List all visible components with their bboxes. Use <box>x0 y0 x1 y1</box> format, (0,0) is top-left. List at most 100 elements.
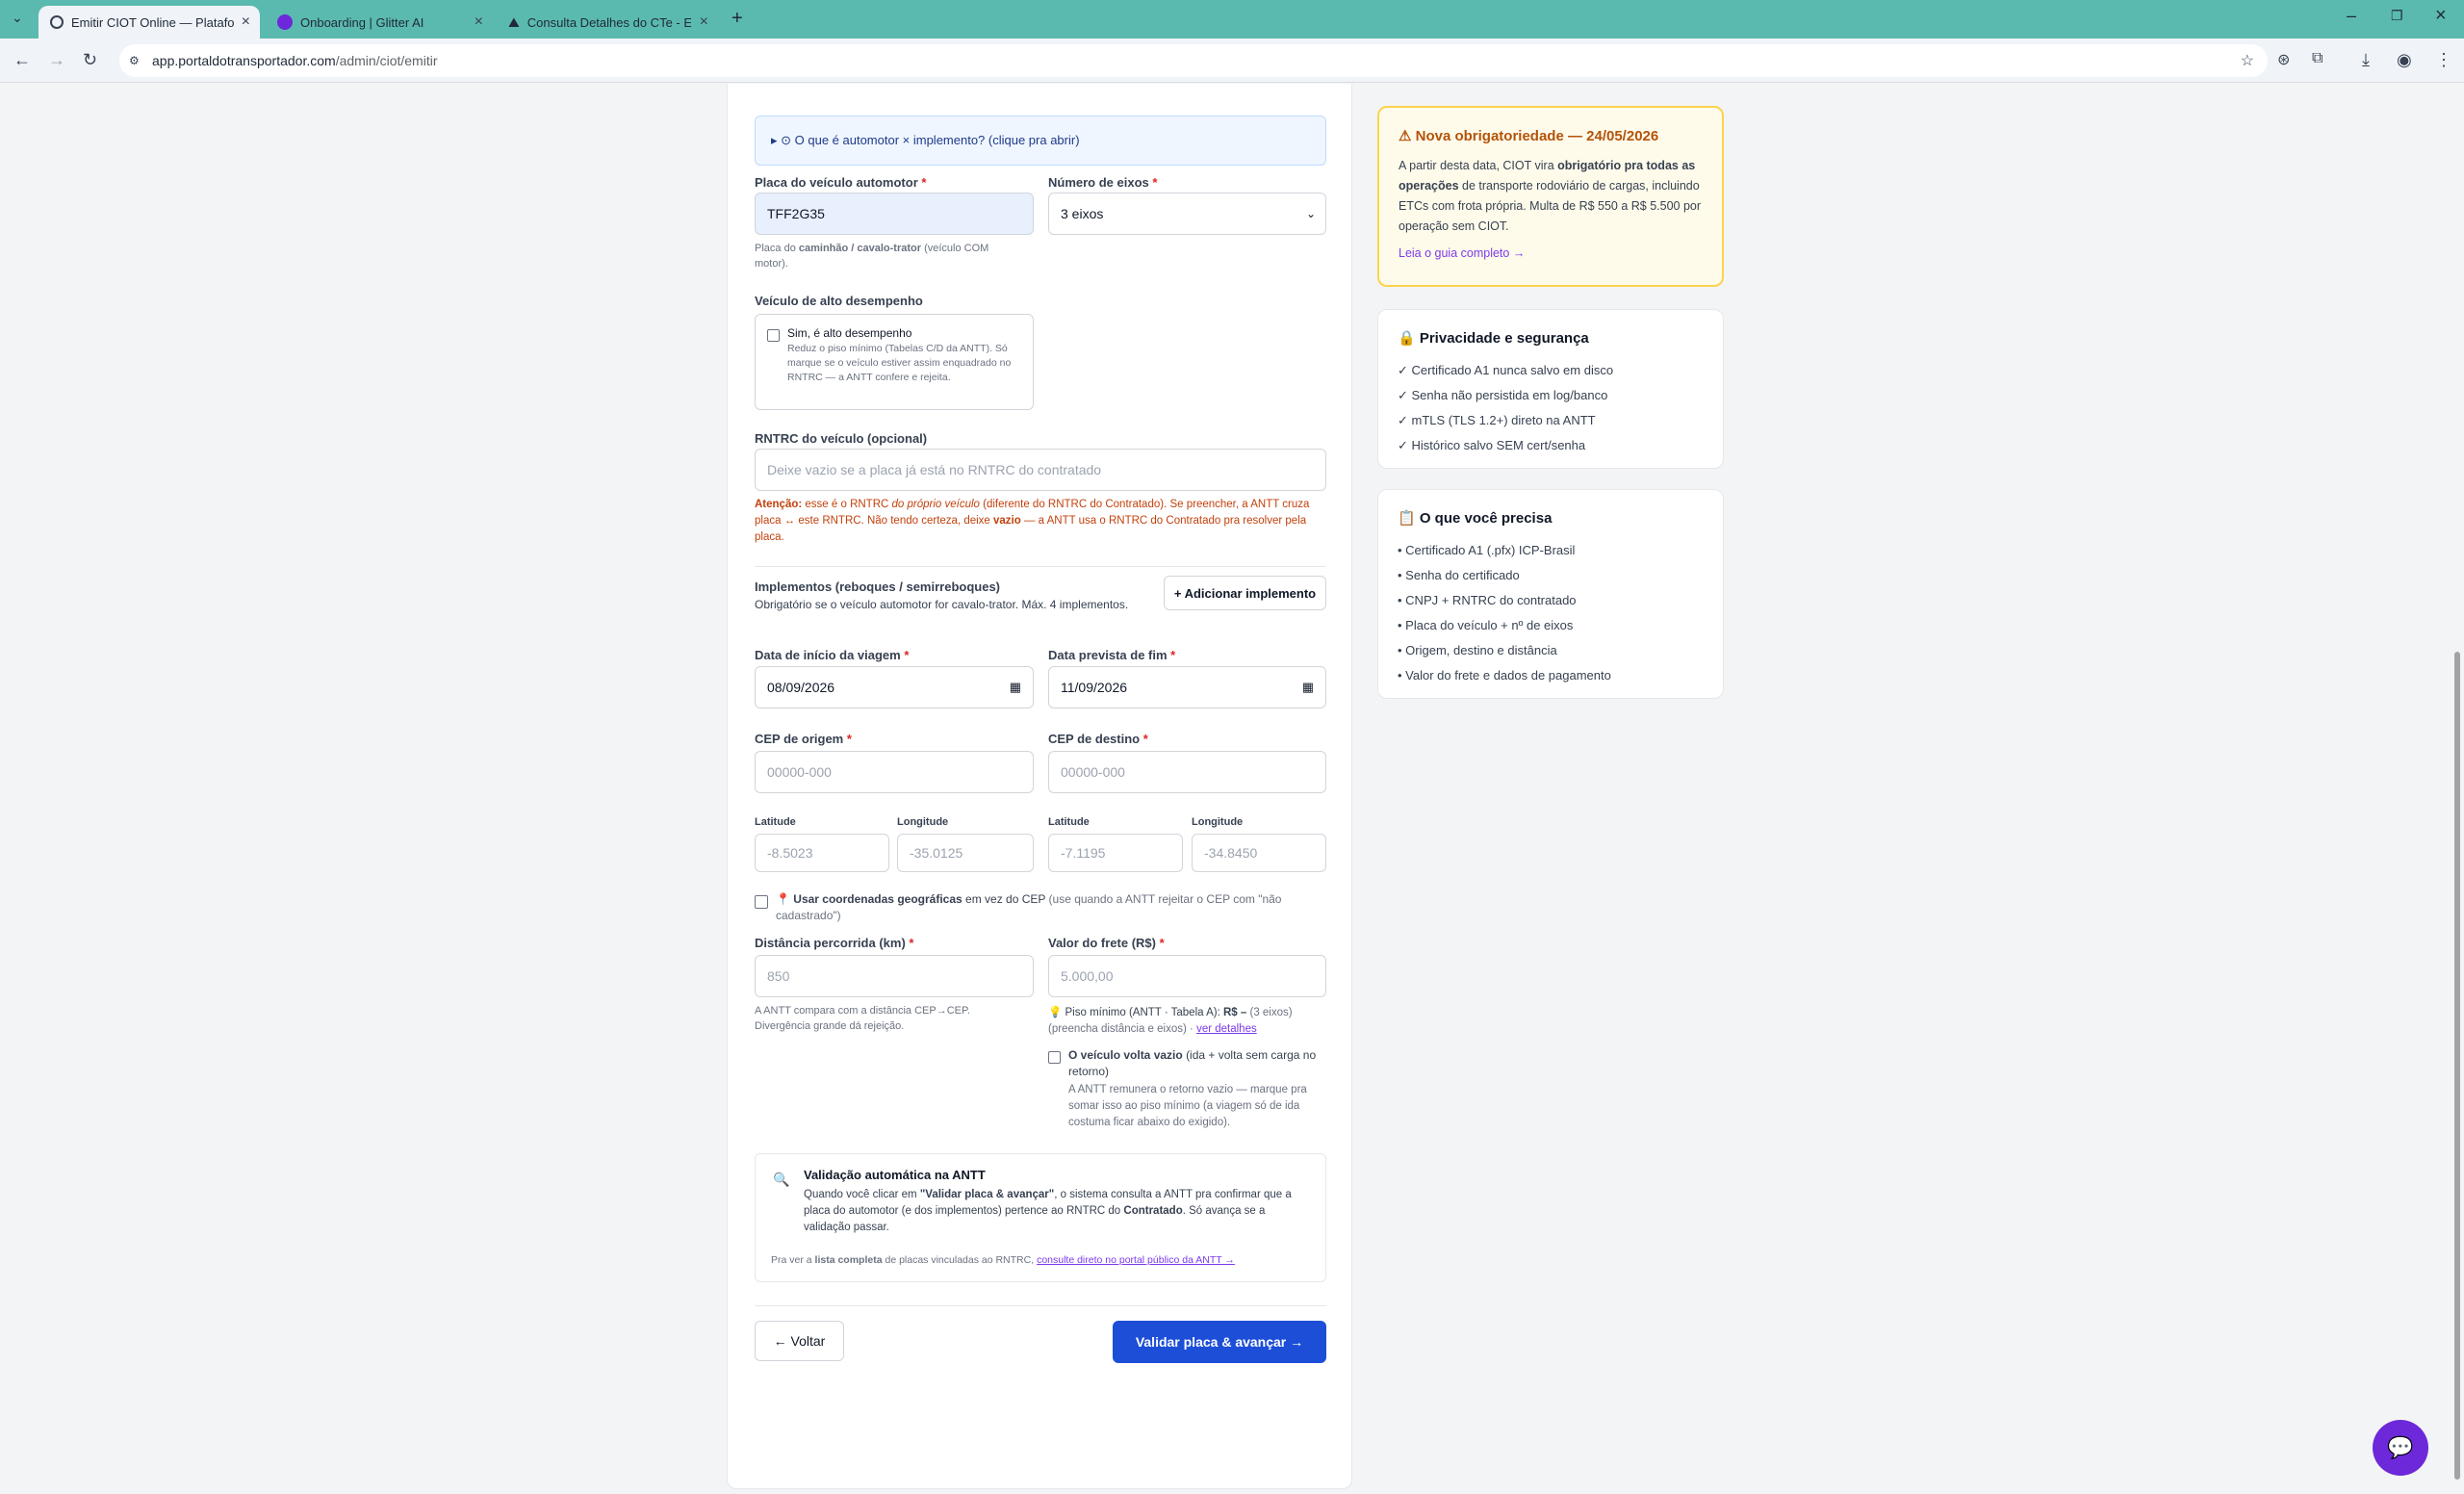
cep-destino-label: CEP de destino * <box>1048 732 1148 746</box>
scrollbar-thumb[interactable] <box>2454 652 2460 1480</box>
list-item: ✓ Certificado A1 nunca salvo em disco <box>1398 363 1614 377</box>
chevron-down-icon: ⌄ <box>1305 207 1316 220</box>
chat-button[interactable]: 💬 <box>2373 1420 2428 1476</box>
puzzle-icon[interactable]: ⧉ <box>2312 50 2323 67</box>
list-item: • Origem, destino e distância <box>1398 643 1557 657</box>
lon-origem-label: Longitude <box>897 816 949 828</box>
notice-card: ⚠ Nova obrigatoriedade — 24/05/2026 A pa… <box>1377 106 1724 287</box>
inicio-date-input[interactable]: 08/09/2026 ▦ <box>755 666 1034 708</box>
tab-search-icon[interactable]: ⌄ <box>12 10 23 26</box>
lat-origem-input[interactable]: -8.5023 <box>755 834 889 872</box>
placa-hint: Placa do caminhão / cavalo-trator (veícu… <box>755 243 989 270</box>
eixos-label: Número de eixos * <box>1048 175 1158 190</box>
frete-label: Valor do frete (R$) * <box>1048 936 1165 950</box>
cep-origem-label: CEP de origem * <box>755 732 852 746</box>
list-item: • Senha do certificado <box>1398 568 1520 582</box>
implementos-desc: Obrigatório se o veículo automotor for c… <box>755 598 1129 611</box>
distancia-hint: A ANTT compara com a distância CEP→CEP. … <box>755 1005 970 1032</box>
fim-date-input[interactable]: 11/09/2026 ▦ <box>1048 666 1326 708</box>
extension-icon[interactable]: ⊛ <box>2277 50 2290 69</box>
divider <box>755 566 1326 567</box>
validar-avancar-button[interactable]: Validar placa & avançar → <box>1113 1321 1326 1363</box>
privacy-title: 🔒 Privacidade e segurança <box>1398 330 1589 347</box>
alto-desempenho-box: Sim, é alto desempenho Reduz o piso míni… <box>755 314 1034 410</box>
rntrc-input[interactable]: Deixe vazio se a placa já está no RNTRC … <box>755 449 1326 491</box>
lon-destino-input[interactable]: -34.8450 <box>1192 834 1326 872</box>
volta-vazio-checkbox[interactable] <box>1048 1051 1061 1064</box>
rntrc-warning: Atenção: esse é o RNTRC do próprio veícu… <box>755 499 1310 543</box>
piso-minimo-info: 💡 Piso mínimo (ANTT · Tabela A): R$ – (3… <box>1048 1007 1293 1035</box>
reload-icon[interactable]: ↻ <box>83 50 97 70</box>
notice-title: ⚠ Nova obrigatoriedade — 24/05/2026 <box>1399 128 1659 144</box>
usar-coordenadas-label: 📍 Usar coordenadas geográficas em vez do… <box>776 892 1282 922</box>
list-item: ✓ Senha não persistida em log/banco <box>1398 388 1608 402</box>
tab-emitir-ciot[interactable]: Emitir CIOT Online — Plataform × <box>38 6 260 39</box>
guia-completo-link[interactable]: Leia o guia completo → <box>1399 246 1703 260</box>
browser-toolbar: ← → ↻ ⚙ app.portaldotransportador.com/ad… <box>0 39 2464 83</box>
distancia-input[interactable]: 850 <box>755 955 1034 997</box>
validacao-footer: Pra ver a lista completa de placas vincu… <box>771 1254 1235 1266</box>
magnifier-icon: 🔍 <box>773 1172 790 1187</box>
notice-text: A partir desta data, CIOT vira obrigatór… <box>1399 159 1702 233</box>
alto-desempenho-check-label: Sim, é alto desempenho <box>787 326 912 340</box>
frete-input[interactable]: 5.000,00 <box>1048 955 1326 997</box>
back-button[interactable]: ← Voltar <box>755 1321 844 1361</box>
explainer-toggle[interactable]: ▸ ⊙ O que é automotor × implemento? (cli… <box>755 116 1326 166</box>
privacy-card: 🔒 Privacidade e segurança ✓ Certificado … <box>1377 309 1724 469</box>
close-tab-icon[interactable]: × <box>700 13 708 31</box>
forward-icon[interactable]: → <box>48 50 65 70</box>
rntrc-label: RNTRC do veículo (opcional) <box>755 431 928 446</box>
validacao-box: 🔍 Validação automática na ANTT Quando vo… <box>755 1153 1326 1282</box>
bookmark-star-icon[interactable]: ☆ <box>2241 51 2254 70</box>
new-tab-icon[interactable]: + <box>732 8 743 30</box>
add-implemento-button[interactable]: + Adicionar implemento <box>1164 576 1326 610</box>
alto-desempenho-checkbox[interactable] <box>767 329 780 342</box>
eixos-select[interactable]: 3 eixos ⌄ <box>1048 193 1326 235</box>
lon-destino-label: Longitude <box>1192 816 1244 828</box>
globe-icon <box>50 15 64 29</box>
validacao-title: Validação automática na ANTT <box>804 1168 986 1182</box>
placa-input[interactable]: TFF2G35 <box>755 193 1034 235</box>
back-icon[interactable]: ← <box>13 50 31 70</box>
list-item: • Valor do frete e dados de pagamento <box>1398 668 1611 683</box>
calendar-icon[interactable]: ▦ <box>1010 680 1021 695</box>
implementos-title: Implementos (reboques / semirreboques) <box>755 580 1001 594</box>
list-item: • CNPJ + RNTRC do contratado <box>1398 593 1577 607</box>
lat-destino-input[interactable]: -7.1195 <box>1048 834 1183 872</box>
glitter-icon <box>277 14 293 30</box>
alto-desempenho-desc: Reduz o piso mínimo (Tabelas C/D da ANTT… <box>787 343 1012 383</box>
distancia-label: Distância percorrida (km) * <box>755 936 914 950</box>
browser-tab-strip: ⌄ Emitir CIOT Online — Plataform × Onboa… <box>0 0 2464 39</box>
page-content: ▸ ⊙ O que é automotor × implemento? (cli… <box>0 84 2464 1494</box>
list-item: ✓ mTLS (TLS 1.2+) direto na ANTT <box>1398 413 1596 427</box>
scrollbar[interactable] <box>2452 84 2462 1494</box>
lon-origem-input[interactable]: -35.0125 <box>897 834 1034 872</box>
minimize-icon[interactable]: – <box>2347 6 2356 26</box>
needs-card: 📋 O que você precisa • Certificado A1 (.… <box>1377 489 1724 699</box>
tab-consulta-cte[interactable]: ⛰ Consulta Detalhes do CTe - ERP × <box>497 6 718 39</box>
alto-desempenho-label: Veículo de alto desempenho <box>755 294 923 308</box>
ver-detalhes-link[interactable]: ver detalhes <box>1196 1023 1257 1035</box>
usar-coordenadas-checkbox[interactable] <box>755 895 768 909</box>
needs-title: 📋 O que você precisa <box>1398 510 1553 527</box>
fim-label: Data prevista de fim * <box>1048 648 1176 662</box>
site-info-icon[interactable]: ⚙ <box>129 54 140 67</box>
close-tab-icon[interactable]: × <box>242 13 250 31</box>
tab-onboarding[interactable]: Onboarding | Glitter AI × <box>266 6 493 39</box>
download-icon[interactable]: ⤓ <box>2362 50 2370 70</box>
calendar-icon[interactable]: ▦ <box>1302 680 1314 695</box>
menu-icon[interactable]: ⋮ <box>2435 50 2452 70</box>
list-item: • Certificado A1 (.pfx) ICP-Brasil <box>1398 543 1576 557</box>
cep-destino-input[interactable]: 00000-000 <box>1048 751 1326 793</box>
close-tab-icon[interactable]: × <box>475 13 483 31</box>
restore-icon[interactable]: ❐ <box>2391 8 2403 24</box>
list-item: • Placa do veículo + nº de eixos <box>1398 618 1574 632</box>
close-window-icon[interactable]: × <box>2435 5 2447 27</box>
cep-origem-input[interactable]: 00000-000 <box>755 751 1034 793</box>
form-card: ▸ ⊙ O que é automotor × implemento? (cli… <box>727 84 1352 1489</box>
address-bar[interactable]: ⚙ app.portaldotransportador.com/admin/ci… <box>119 44 2268 77</box>
volta-vazio-label: O veículo volta vazio (ida + volta sem c… <box>1068 1048 1317 1078</box>
lat-destino-label: Latitude <box>1048 816 1090 828</box>
portal-antt-link[interactable]: consulte direto no portal público da ANT… <box>1037 1254 1235 1266</box>
profile-icon[interactable]: ◉ <box>2397 50 2412 70</box>
